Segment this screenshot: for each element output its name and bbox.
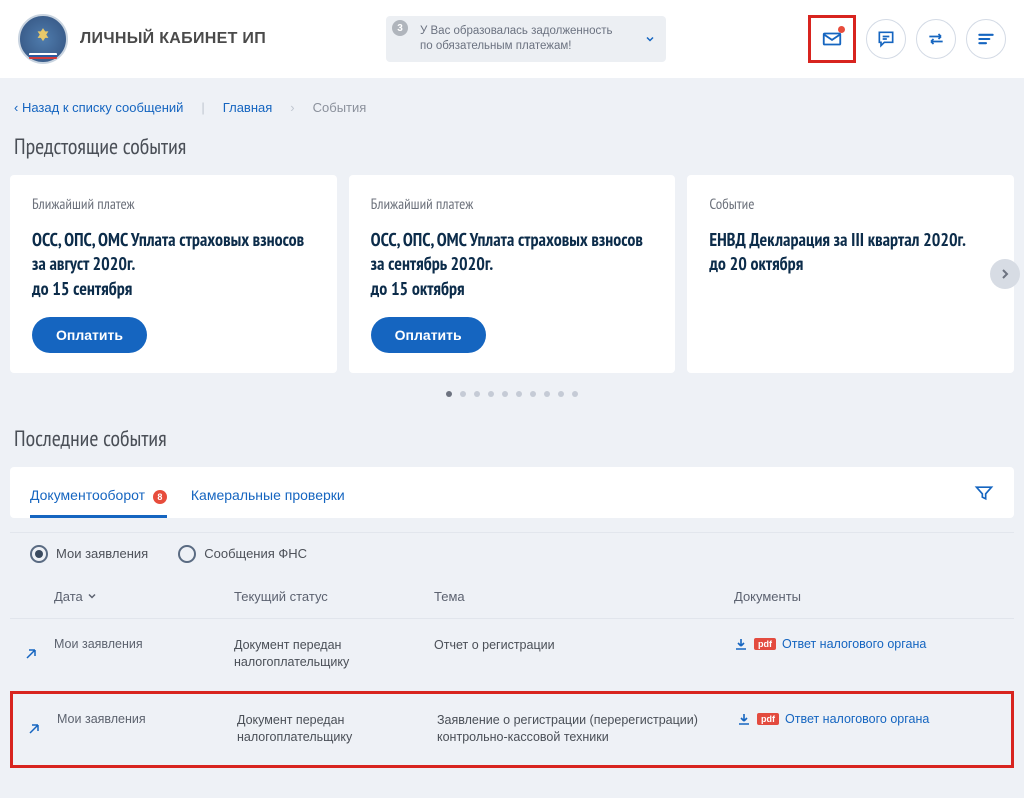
dot[interactable]	[544, 391, 550, 397]
card-eyebrow: Ближайший платеж	[32, 195, 315, 214]
notification-count-badge: 3	[392, 20, 408, 36]
event-cards-carousel: Ближайший платеж ОСС, ОПС, ОМС Уплата ст…	[10, 175, 1014, 373]
filter-button[interactable]	[974, 483, 994, 517]
row-subject: Отчет о регистрации	[434, 637, 734, 655]
radio-label: Сообщения ФНС	[204, 546, 307, 561]
download-icon	[737, 712, 751, 726]
event-card[interactable]: Ближайший платеж ОСС, ОПС, ОМС Уплата ст…	[10, 175, 337, 373]
th-docs[interactable]: Документы	[734, 589, 994, 604]
dot[interactable]	[488, 391, 494, 397]
breadcrumb: ‹ Назад к списку сообщений | Главная › С…	[10, 100, 1014, 115]
mail-button[interactable]	[808, 15, 856, 63]
radio-fns-messages[interactable]: Сообщения ФНС	[178, 545, 307, 563]
radio-filter-bar: Мои заявления Сообщения ФНС	[10, 532, 1014, 575]
chevron-down-icon[interactable]	[644, 33, 656, 45]
row-category: Мои заявления	[54, 637, 234, 651]
carousel-next-button[interactable]	[990, 259, 1020, 289]
row-status: Документ передан налогоплательщику	[234, 637, 434, 672]
table-header: Дата Текущий статус Тема Документы	[10, 575, 1014, 619]
recent-heading: Последние события	[10, 425, 1014, 453]
tab-documents[interactable]: Документооборот 8	[30, 483, 167, 518]
download-icon	[734, 637, 748, 651]
tab-audits[interactable]: Камеральные проверки	[191, 483, 345, 517]
tab-label: Документооборот	[30, 487, 145, 503]
card-eyebrow: Событие	[709, 195, 992, 214]
notification-text: У Вас образовалась задолженность по обяз…	[420, 24, 626, 54]
radio-icon	[30, 545, 48, 563]
card-title: ОСС, ОПС, ОМС Уплата страховых взносов з…	[371, 228, 654, 301]
dot[interactable]	[446, 391, 452, 397]
header-actions	[808, 15, 1006, 63]
pdf-badge-icon: pdf	[754, 638, 776, 650]
dot[interactable]	[474, 391, 480, 397]
back-link[interactable]: ‹ Назад к списку сообщений	[14, 100, 183, 115]
card-eyebrow: Ближайший платеж	[371, 195, 654, 214]
carousel-dots	[10, 391, 1014, 397]
dot[interactable]	[572, 391, 578, 397]
row-subject: Заявление о регистрации (перерегистрации…	[437, 712, 737, 747]
unread-indicator-icon	[838, 26, 845, 33]
event-card[interactable]: Ближайший платеж ОСС, ОПС, ОМС Уплата ст…	[349, 175, 676, 373]
row-category: Мои заявления	[57, 712, 237, 726]
doc-label: Ответ налогового органа	[782, 637, 926, 651]
card-title: ОСС, ОПС, ОМС Уплата страховых взносов з…	[32, 228, 315, 301]
app-title: ЛИЧНЫЙ КАБИНЕТ ИП	[80, 30, 266, 48]
breadcrumb-separator: |	[201, 100, 204, 115]
swap-button[interactable]	[916, 19, 956, 59]
app-header: ЛИЧНЫЙ КАБИНЕТ ИП 3 У Вас образовалась з…	[0, 0, 1024, 78]
table-row[interactable]: Мои заявления Документ передан налогопла…	[10, 619, 1014, 691]
th-date[interactable]: Дата	[54, 589, 234, 604]
breadcrumb-home[interactable]: Главная	[223, 100, 272, 115]
th-status[interactable]: Текущий статус	[234, 589, 434, 604]
dot[interactable]	[516, 391, 522, 397]
row-document-link[interactable]: pdf Ответ налогового органа	[737, 712, 991, 726]
tabs-bar: Документооборот 8 Камеральные проверки	[10, 467, 1014, 518]
radio-icon	[178, 545, 196, 563]
arrow-up-right-icon	[24, 647, 38, 661]
table-row[interactable]: Мои заявления Документ передан налогопла…	[10, 691, 1014, 768]
tab-badge: 8	[153, 490, 167, 504]
th-subject[interactable]: Тема	[434, 589, 734, 604]
event-card[interactable]: Событие ЕНВД Декларация за III квартал 2…	[687, 175, 1014, 373]
dot[interactable]	[558, 391, 564, 397]
row-status: Документ передан налогоплательщику	[237, 712, 437, 747]
arrow-up-right-icon	[27, 722, 41, 736]
row-document-link[interactable]: pdf Ответ налогового органа	[734, 637, 994, 651]
logo-block: ЛИЧНЫЙ КАБИНЕТ ИП	[18, 14, 266, 64]
breadcrumb-current: События	[313, 100, 367, 115]
chat-button[interactable]	[866, 19, 906, 59]
notification-banner[interactable]: 3 У Вас образовалась задолженность по об…	[386, 16, 666, 62]
card-title: ЕНВД Декларация за III квартал 2020г. до…	[709, 228, 992, 277]
dot[interactable]	[460, 391, 466, 397]
chevron-down-icon	[87, 591, 97, 601]
dot[interactable]	[502, 391, 508, 397]
doc-label: Ответ налогового органа	[785, 712, 929, 726]
pdf-badge-icon: pdf	[757, 713, 779, 725]
th-label: Дата	[54, 589, 83, 604]
radio-label: Мои заявления	[56, 546, 148, 561]
menu-button[interactable]	[966, 19, 1006, 59]
back-link-label: Назад к списку сообщений	[22, 100, 183, 115]
chevron-right-icon: ›	[290, 100, 294, 115]
events-table: Дата Текущий статус Тема Документы Мои з…	[10, 575, 1014, 768]
radio-my-requests[interactable]: Мои заявления	[30, 545, 148, 563]
pay-button[interactable]: Оплатить	[32, 317, 147, 353]
pay-button[interactable]: Оплатить	[371, 317, 486, 353]
upcoming-heading: Предстоящие события	[10, 133, 1014, 161]
fns-logo-icon	[18, 14, 68, 64]
dot[interactable]	[530, 391, 536, 397]
